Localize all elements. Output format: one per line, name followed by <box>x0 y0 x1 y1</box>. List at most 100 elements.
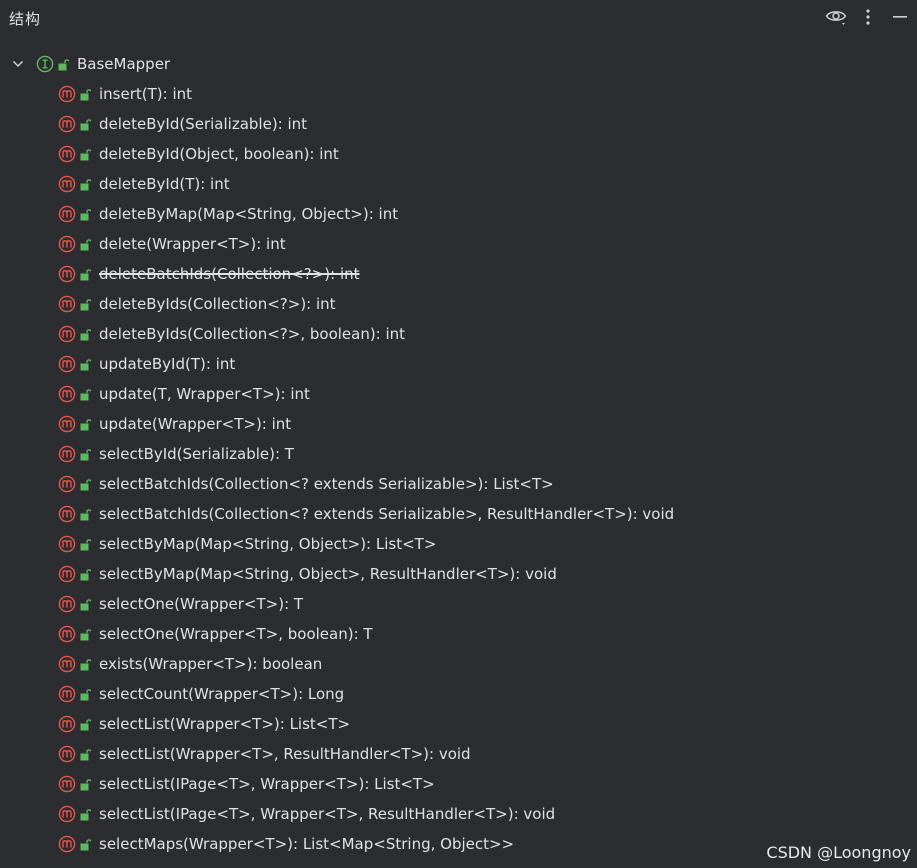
method-label: selectList(IPage<T>, Wrapper<T>): List<T… <box>99 775 435 793</box>
method-icon <box>58 85 76 103</box>
tree-method-node[interactable]: deleteByIds(Collection<?>, boolean): int <box>0 319 917 349</box>
tree-method-node[interactable]: deleteById(T): int <box>0 169 917 199</box>
method-icon <box>58 745 76 763</box>
lock-open-icon <box>79 717 91 731</box>
tree-method-node[interactable]: deleteByIds(Collection<?>): int <box>0 289 917 319</box>
lock-open-icon <box>79 477 91 491</box>
lock-open-icon <box>79 537 91 551</box>
structure-tree: BaseMapper insert(T): int deleteById(Seri… <box>0 49 917 859</box>
method-icon <box>58 295 76 313</box>
lock-open-icon <box>79 207 91 221</box>
method-label: selectList(Wrapper<T>): List<T> <box>99 715 351 733</box>
tree-method-node[interactable]: selectList(Wrapper<T>): List<T> <box>0 709 917 739</box>
method-label: deleteById(T): int <box>99 175 230 193</box>
interface-icon <box>36 55 54 73</box>
tree-method-node[interactable]: deleteByMap(Map<String, Object>): int <box>0 199 917 229</box>
tree-method-node[interactable]: selectByMap(Map<String, Object>, ResultH… <box>0 559 917 589</box>
method-icon <box>58 505 76 523</box>
method-icon <box>58 205 76 223</box>
method-icon <box>58 385 76 403</box>
tree-method-node[interactable]: selectByMap(Map<String, Object>): List<T… <box>0 529 917 559</box>
tree-method-node[interactable]: selectBatchIds(Collection<? extends Seri… <box>0 469 917 499</box>
method-label: exists(Wrapper<T>): boolean <box>99 655 323 673</box>
method-icon <box>58 625 76 643</box>
chevron-down-icon[interactable] <box>10 56 26 72</box>
lock-open-icon <box>79 627 91 641</box>
tree-method-node[interactable]: selectCount(Wrapper<T>): Long <box>0 679 917 709</box>
method-icon <box>58 475 76 493</box>
tree-method-node[interactable]: update(T, Wrapper<T>): int <box>0 379 917 409</box>
minimize-icon[interactable] <box>889 6 911 28</box>
lock-open-icon <box>79 597 91 611</box>
tree-method-node[interactable]: selectOne(Wrapper<T>, boolean): T <box>0 619 917 649</box>
method-icon <box>58 655 76 673</box>
method-label: update(Wrapper<T>): int <box>99 415 292 433</box>
tree-method-node[interactable]: deleteById(Object, boolean): int <box>0 139 917 169</box>
method-icon <box>58 355 76 373</box>
tree-root-node[interactable]: BaseMapper <box>0 49 917 79</box>
lock-open-icon <box>79 327 91 341</box>
method-label: deleteBatchIds(Collection<?>): int <box>99 265 360 283</box>
method-label: deleteByIds(Collection<?>, boolean): int <box>99 325 406 343</box>
tree-method-node[interactable]: deleteById(Serializable): int <box>0 109 917 139</box>
method-icon <box>58 445 76 463</box>
lock-open-icon <box>79 237 91 251</box>
method-label: selectOne(Wrapper<T>): T <box>99 595 304 613</box>
root-label: BaseMapper <box>77 55 171 73</box>
lock-open-icon <box>79 117 91 131</box>
method-label: selectById(Serializable): T <box>99 445 294 463</box>
tree-method-node[interactable]: deleteBatchIds(Collection<?>): int <box>0 259 917 289</box>
tree-method-node[interactable]: exists(Wrapper<T>): boolean <box>0 649 917 679</box>
method-label: selectList(IPage<T>, Wrapper<T>, ResultH… <box>99 805 556 823</box>
method-label: update(T, Wrapper<T>): int <box>99 385 310 403</box>
lock-open-icon <box>79 387 91 401</box>
header-actions <box>825 6 911 28</box>
lock-open-icon <box>79 147 91 161</box>
method-icon <box>58 175 76 193</box>
method-label: updateById(T): int <box>99 355 236 373</box>
method-icon <box>58 715 76 733</box>
method-icon <box>58 775 76 793</box>
lock-open-icon <box>79 687 91 701</box>
method-label: selectByMap(Map<String, Object>): List<T… <box>99 535 437 553</box>
watermark: CSDN @Loongnoy <box>764 843 913 862</box>
lock-open-icon <box>79 747 91 761</box>
method-label: deleteByMap(Map<String, Object>): int <box>99 205 399 223</box>
method-label: deleteByIds(Collection<?>): int <box>99 295 336 313</box>
tree-method-node[interactable]: selectBatchIds(Collection<? extends Seri… <box>0 499 917 529</box>
lock-open-icon <box>79 87 91 101</box>
method-label: selectByMap(Map<String, Object>, ResultH… <box>99 565 557 583</box>
method-label: selectBatchIds(Collection<? extends Seri… <box>99 475 554 493</box>
method-icon <box>58 535 76 553</box>
method-label: selectCount(Wrapper<T>): Long <box>99 685 345 703</box>
method-icon <box>58 265 76 283</box>
method-label: deleteById(Serializable): int <box>99 115 308 133</box>
lock-open-icon <box>79 807 91 821</box>
tree-method-node[interactable]: delete(Wrapper<T>): int <box>0 229 917 259</box>
eye-icon[interactable] <box>825 6 847 28</box>
more-vertical-icon[interactable] <box>857 6 879 28</box>
tree-method-node[interactable]: selectById(Serializable): T <box>0 439 917 469</box>
tree-method-node[interactable]: selectList(IPage<T>, Wrapper<T>, ResultH… <box>0 799 917 829</box>
method-icon <box>58 595 76 613</box>
method-label: insert(T): int <box>99 85 193 103</box>
lock-open-icon <box>79 447 91 461</box>
tree-method-node[interactable]: selectList(IPage<T>, Wrapper<T>): List<T… <box>0 769 917 799</box>
panel-title: 结构 <box>9 10 42 28</box>
lock-open-icon <box>79 297 91 311</box>
method-label: deleteById(Object, boolean): int <box>99 145 339 163</box>
structure-panel: 结构 BaseMapper insert(T): int deleteById(… <box>0 0 917 868</box>
tree-method-node[interactable]: updateById(T): int <box>0 349 917 379</box>
tree-method-node[interactable]: selectOne(Wrapper<T>): T <box>0 589 917 619</box>
lock-open-icon <box>57 57 69 71</box>
method-icon <box>58 115 76 133</box>
method-icon <box>58 325 76 343</box>
tree-method-node[interactable]: update(Wrapper<T>): int <box>0 409 917 439</box>
lock-open-icon <box>79 357 91 371</box>
tree-method-node[interactable]: insert(T): int <box>0 79 917 109</box>
lock-open-icon <box>79 177 91 191</box>
tree-method-node[interactable]: selectList(Wrapper<T>, ResultHandler<T>)… <box>0 739 917 769</box>
method-label: selectBatchIds(Collection<? extends Seri… <box>99 505 675 523</box>
method-icon <box>58 415 76 433</box>
method-label: selectOne(Wrapper<T>, boolean): T <box>99 625 373 643</box>
